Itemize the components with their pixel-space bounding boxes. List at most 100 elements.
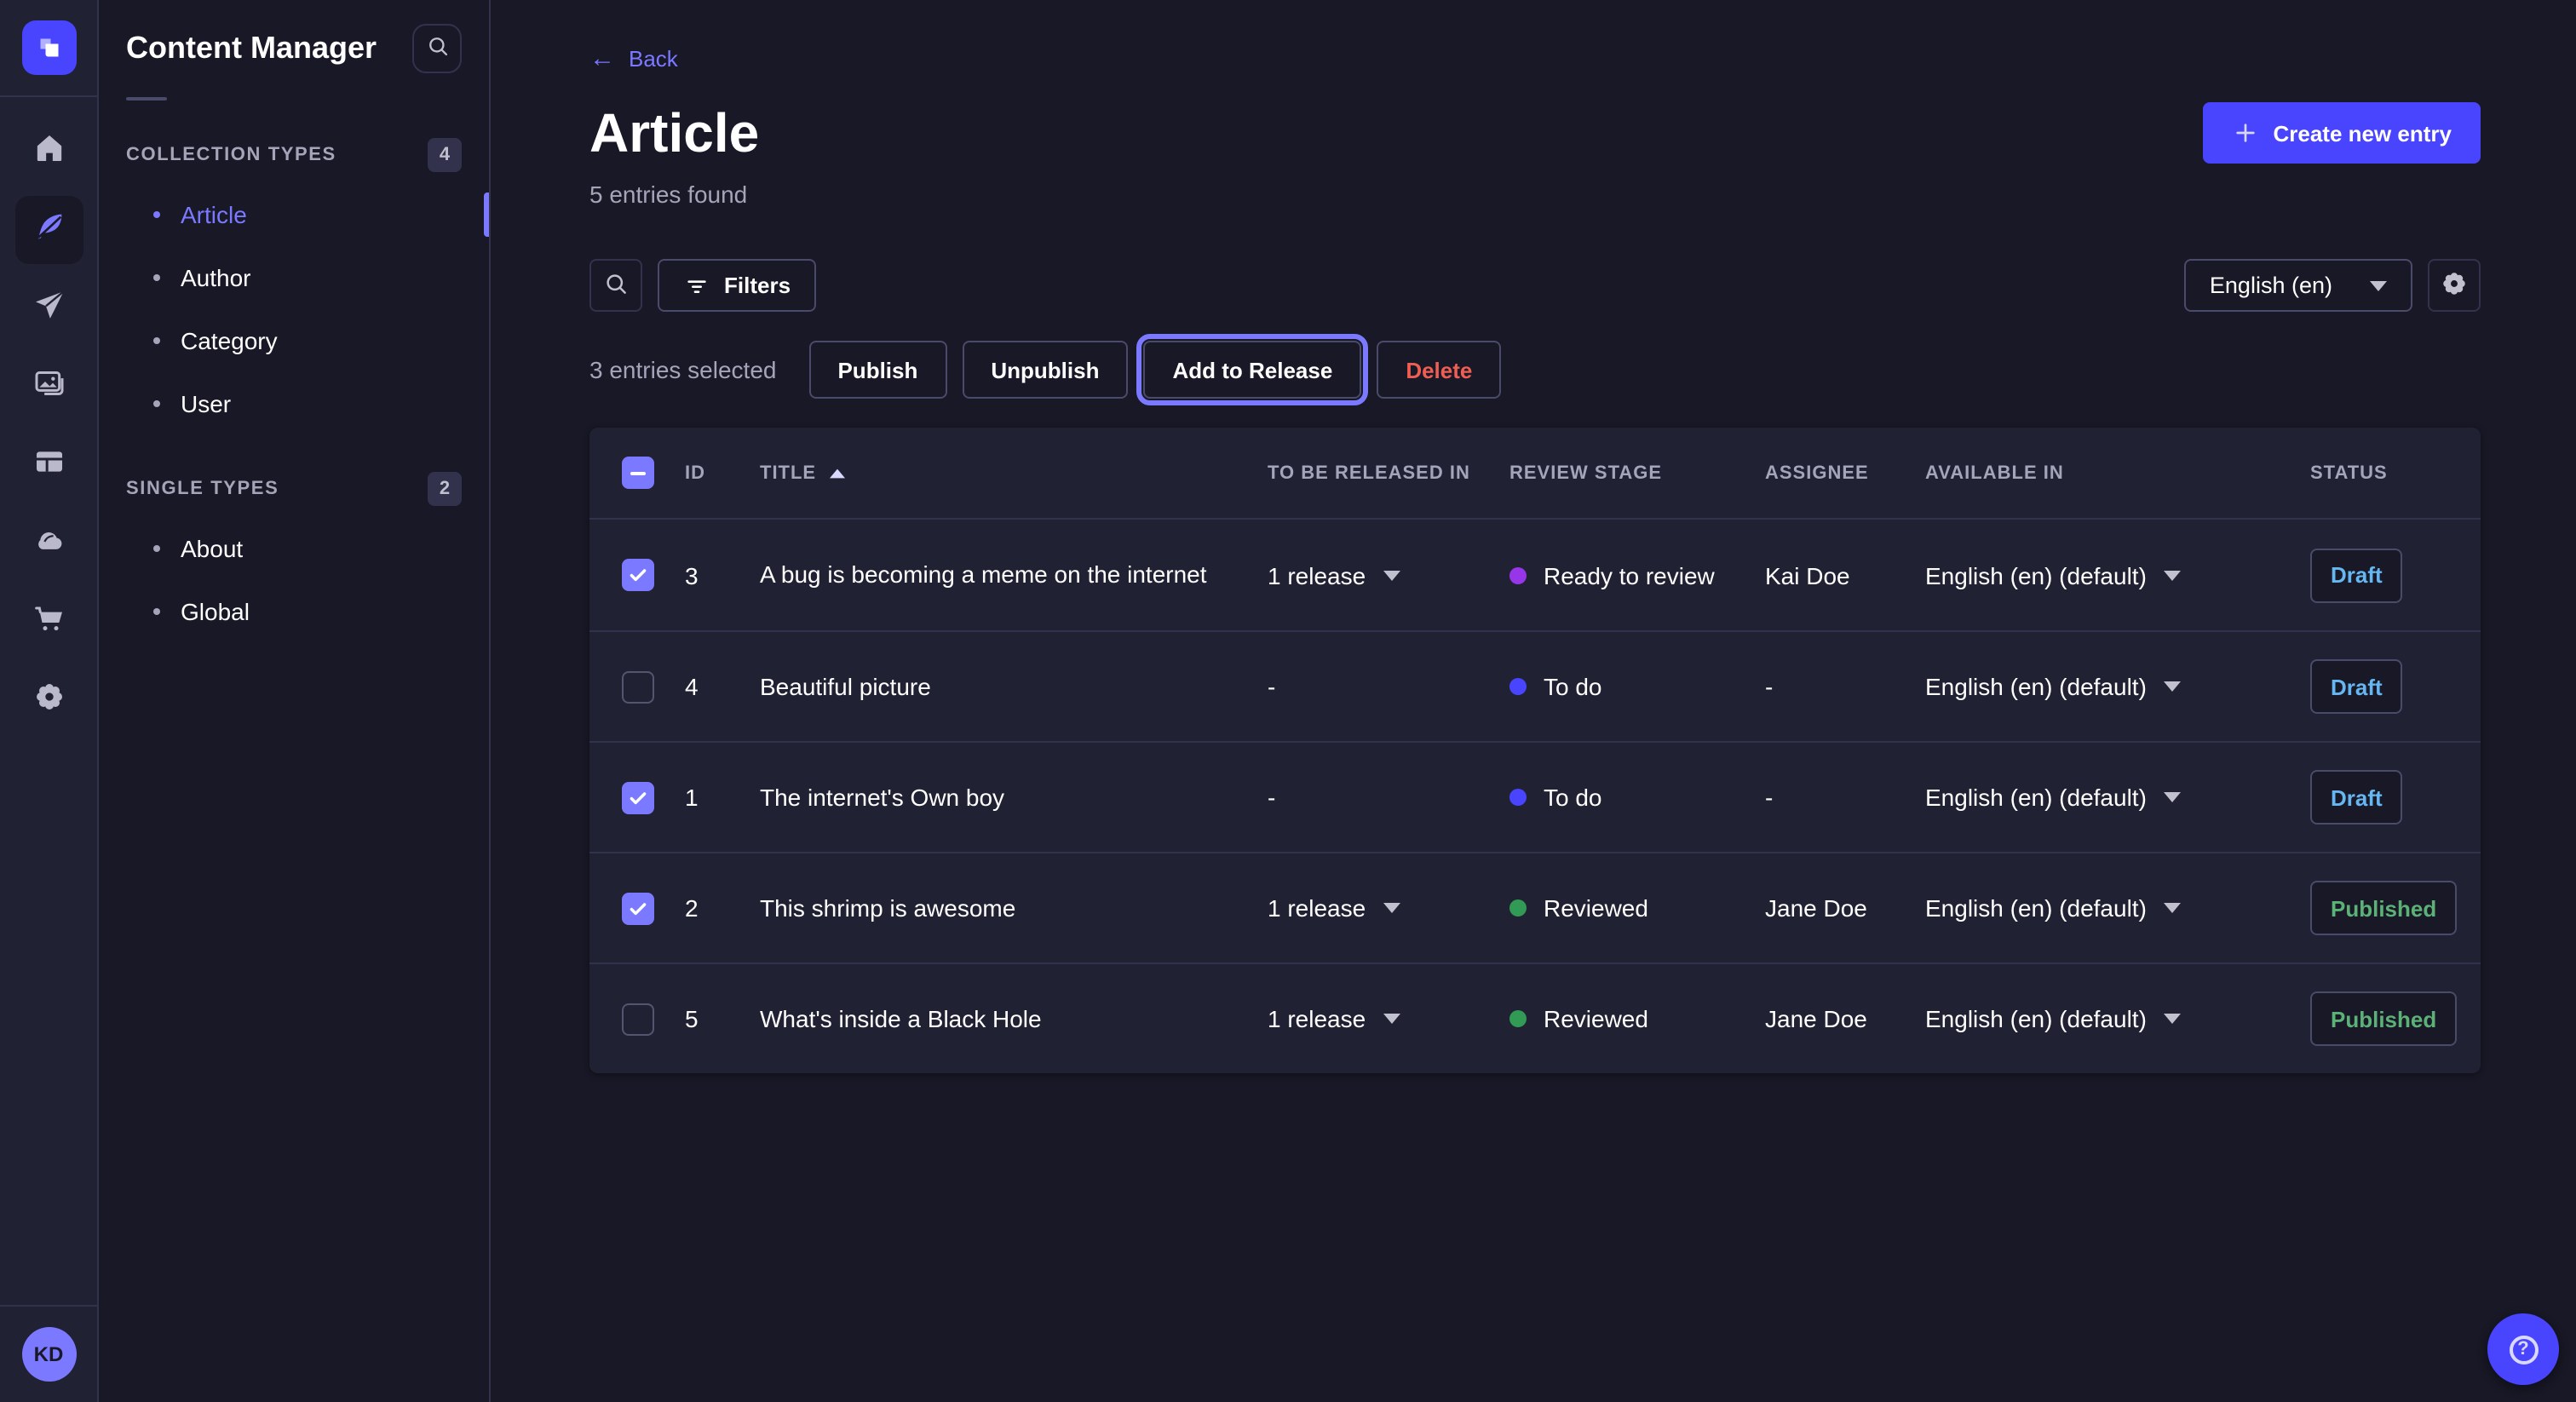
search-entries-button[interactable] bbox=[589, 259, 642, 312]
locale-select[interactable]: English (en) bbox=[2184, 259, 2412, 312]
stage-dot-icon bbox=[1509, 789, 1527, 806]
paper-plane-icon bbox=[32, 287, 66, 330]
sidebar-item-label: Article bbox=[181, 200, 247, 227]
rail-item-home[interactable] bbox=[14, 118, 83, 186]
delete-button[interactable]: Delete bbox=[1377, 341, 1501, 399]
subnav: Content Manager COLLECTION TYPES 4 Article… bbox=[99, 0, 491, 1402]
stage-dot-icon bbox=[1509, 566, 1527, 583]
table-row[interactable]: 1The internet's Own boy-To do-English (e… bbox=[589, 741, 2481, 852]
cell-assignee: Kai Doe bbox=[1765, 561, 1925, 589]
filters-label: Filters bbox=[724, 273, 791, 298]
rail-item-layout[interactable] bbox=[14, 431, 83, 499]
sidebar-item-label: Author bbox=[181, 263, 251, 290]
rail-item-paper-plane[interactable] bbox=[14, 274, 83, 342]
sidebar-item-global[interactable]: Global bbox=[99, 579, 489, 642]
status-badge: Draft bbox=[2310, 659, 2403, 714]
question-mark-icon: ? bbox=[2509, 1335, 2538, 1364]
chevron-down-icon bbox=[2370, 280, 2387, 290]
cell-id: 1 bbox=[685, 784, 760, 811]
cell-review-stage: Reviewed bbox=[1509, 894, 1765, 922]
cell-status: Draft bbox=[2310, 548, 2481, 602]
stage-dot-icon bbox=[1509, 899, 1527, 916]
help-button[interactable]: ? bbox=[2487, 1313, 2559, 1385]
cell-release[interactable]: 1 release bbox=[1268, 561, 1509, 589]
row-checkbox[interactable] bbox=[622, 559, 654, 591]
row-checkbox[interactable] bbox=[622, 1003, 654, 1035]
table-row[interactable]: 4Beautiful picture-To do-English (en) (d… bbox=[589, 630, 2481, 741]
rail-item-cloud[interactable] bbox=[14, 509, 83, 577]
rail-item-cart[interactable] bbox=[14, 588, 83, 656]
chevron-down-icon bbox=[2164, 1014, 2181, 1024]
cell-release[interactable]: 1 release bbox=[1268, 894, 1509, 922]
table-row[interactable]: 5What's inside a Black Hole1 releaseRevi… bbox=[589, 962, 2481, 1073]
cell-review-stage: To do bbox=[1509, 673, 1765, 700]
cell-locale[interactable]: English (en) (default) bbox=[1925, 1005, 2310, 1032]
rail-item-feather[interactable] bbox=[14, 196, 83, 264]
search-icon bbox=[425, 34, 449, 63]
cell-locale[interactable]: English (en) (default) bbox=[1925, 784, 2310, 811]
column-header-title[interactable]: TITLE bbox=[760, 463, 1268, 483]
publish-button[interactable]: Publish bbox=[808, 341, 946, 399]
cell-title: A bug is becoming a meme on the internet bbox=[760, 520, 1268, 630]
cell-id: 5 bbox=[685, 1005, 760, 1032]
select-all-checkbox[interactable] bbox=[622, 457, 654, 489]
search-button[interactable] bbox=[412, 24, 462, 73]
rail-item-gear[interactable] bbox=[14, 666, 83, 734]
create-new-entry-label: Create new entry bbox=[2273, 120, 2452, 146]
gear-icon bbox=[2440, 268, 2469, 302]
row-checkbox[interactable] bbox=[622, 670, 654, 703]
strapi-logo-icon[interactable] bbox=[21, 20, 76, 75]
cell-assignee: - bbox=[1765, 673, 1925, 700]
cell-locale[interactable]: English (en) (default) bbox=[1925, 894, 2310, 922]
unpublish-button[interactable]: Unpublish bbox=[962, 341, 1128, 399]
subnav-sections: COLLECTION TYPES 4 Article Author Category Us… bbox=[99, 138, 489, 642]
check-icon bbox=[627, 786, 649, 808]
add-to-release-button[interactable]: Add to Release bbox=[1143, 341, 1361, 399]
status-badge: Published bbox=[2310, 991, 2457, 1046]
cell-release[interactable]: 1 release bbox=[1268, 1005, 1509, 1032]
section-count-badge: 2 bbox=[428, 472, 462, 506]
rail-item-media-images[interactable] bbox=[14, 353, 83, 421]
section-label: COLLECTION TYPES bbox=[126, 145, 336, 165]
cell-id: 2 bbox=[685, 894, 760, 922]
bullet-icon bbox=[153, 273, 160, 280]
cell-locale[interactable]: English (en) (default) bbox=[1925, 561, 2310, 589]
cell-review-stage: Reviewed bbox=[1509, 1005, 1765, 1032]
table-row[interactable]: 3A bug is becoming a meme on the interne… bbox=[589, 520, 2481, 630]
entries-count: 5 entries found bbox=[589, 181, 759, 208]
filter-icon bbox=[683, 272, 710, 299]
subnav-title: Content Manager bbox=[126, 31, 377, 66]
column-header-assignee: ASSIGNEE bbox=[1765, 463, 1925, 483]
section-count-badge: 4 bbox=[428, 138, 462, 172]
column-header-release: TO BE RELEASED IN bbox=[1268, 463, 1509, 483]
sidebar-item-author[interactable]: Author bbox=[99, 245, 489, 308]
settings-button[interactable] bbox=[2428, 259, 2481, 312]
cell-review-stage: To do bbox=[1509, 784, 1765, 811]
locale-value: English (en) bbox=[2210, 273, 2332, 298]
cell-status: Draft bbox=[2310, 770, 2481, 825]
cell-release: - bbox=[1268, 784, 1509, 811]
table-row[interactable]: 2This shrimp is awesome1 releaseReviewed… bbox=[589, 852, 2481, 962]
avatar[interactable]: KD bbox=[21, 1327, 76, 1382]
filters-button[interactable]: Filters bbox=[658, 259, 816, 312]
sidebar-item-label: User bbox=[181, 389, 231, 417]
selection-row: 3 entries selected Publish Unpublish Add t… bbox=[589, 341, 2481, 399]
back-link[interactable]: ← Back bbox=[589, 46, 678, 72]
sidebar-item-user[interactable]: User bbox=[99, 371, 489, 434]
status-badge: Draft bbox=[2310, 770, 2403, 825]
row-checkbox[interactable] bbox=[622, 781, 654, 813]
sidebar-item-article[interactable]: Article bbox=[99, 182, 489, 245]
sidebar-item-category[interactable]: Category bbox=[99, 308, 489, 371]
main-content: ← Back Article 5 entries found Create ne… bbox=[491, 0, 2576, 1402]
cell-locale[interactable]: English (en) (default) bbox=[1925, 673, 2310, 700]
cell-title: Beautiful picture bbox=[760, 631, 1268, 742]
section-label: SINGLE TYPES bbox=[126, 479, 279, 499]
subnav-header: Content Manager bbox=[99, 0, 489, 73]
selection-summary: 3 entries selected bbox=[589, 356, 776, 383]
sidebar-item-about[interactable]: About bbox=[99, 516, 489, 579]
toolbar: Filters English (en) bbox=[589, 259, 2481, 312]
chevron-down-icon bbox=[1383, 1014, 1400, 1024]
plus-icon bbox=[2232, 119, 2259, 147]
row-checkbox[interactable] bbox=[622, 892, 654, 924]
create-new-entry-button[interactable]: Create new entry bbox=[2203, 102, 2481, 164]
